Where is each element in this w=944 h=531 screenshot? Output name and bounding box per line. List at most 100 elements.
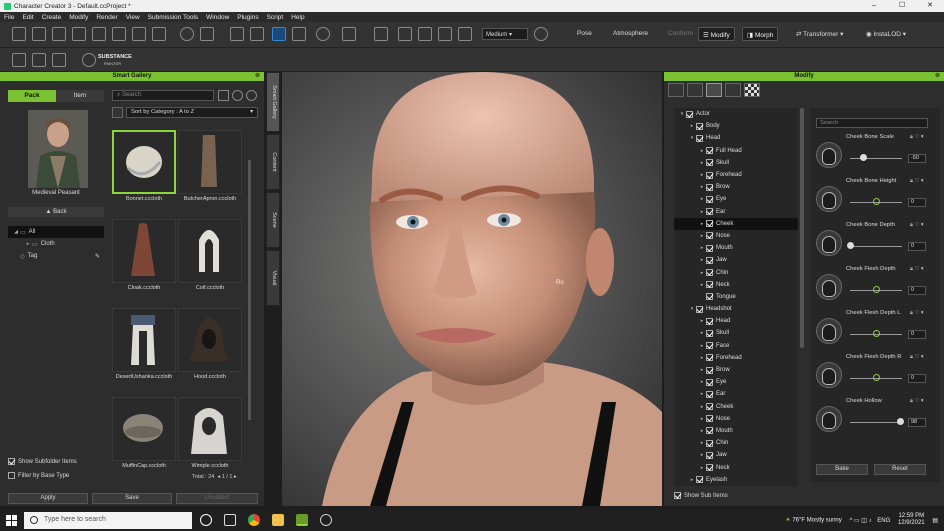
gallery-item-coif[interactable]: Coif.cccloth — [178, 219, 242, 303]
checkbox-icon[interactable] — [706, 415, 713, 423]
slider-thumb[interactable] — [859, 154, 867, 161]
expand-icon[interactable]: ▸ — [24, 241, 32, 247]
checkbox-icon[interactable] — [706, 220, 713, 228]
expand-icon[interactable]: ▸ — [698, 160, 706, 166]
expand-icon[interactable]: ▸ — [698, 221, 706, 227]
refresh-icon[interactable] — [232, 90, 243, 101]
morph-tree-item[interactable]: ▸ Chin — [674, 437, 798, 449]
lock-heart-icons[interactable]: 🔒︎ ♡ ▾ — [910, 178, 924, 185]
home-icon[interactable] — [374, 27, 388, 41]
language-indicator[interactable]: ENG — [877, 518, 890, 524]
tray-icons[interactable]: ^ ▭ ◫ ♪ — [849, 518, 871, 524]
gallery-item-bonnet[interactable]: Bonnet.cccloth — [112, 130, 176, 214]
morph-tree-item[interactable]: ▸ Eye — [674, 193, 798, 205]
checkbox-icon[interactable] — [706, 269, 713, 277]
checkbox-icon[interactable] — [706, 232, 713, 240]
morph-tree-item[interactable]: ▸ Forehead — [674, 169, 798, 181]
side-tab-content[interactable]: Content — [266, 134, 280, 190]
menu-file[interactable]: File — [4, 14, 14, 21]
slider-thumb[interactable] — [872, 286, 880, 293]
quality-select[interactable]: Medium ▾ — [482, 28, 528, 40]
morph-tree-item[interactable]: ▸ Neck — [674, 279, 798, 291]
gallery-item-hood[interactable]: Hood.cccloth — [178, 308, 242, 392]
menu-help[interactable]: Help — [291, 14, 304, 21]
slider-thumb[interactable] — [872, 374, 880, 381]
morph-tree-item[interactable]: ▸ Nose — [674, 413, 798, 425]
checkbox-icon[interactable] — [706, 293, 713, 301]
menu-script[interactable]: Script — [267, 14, 284, 21]
expand-icon[interactable]: ▸ — [688, 477, 696, 483]
frame-icon[interactable] — [418, 27, 432, 41]
morph-tree-item[interactable]: ▸ Eye — [674, 376, 798, 388]
morph-button[interactable]: ◨ Morph — [742, 27, 779, 41]
morph-tree-item[interactable]: ▸ Forehead — [674, 352, 798, 364]
minimize-button[interactable]: – — [860, 0, 888, 12]
gallery-item-desert-ushanka[interactable]: DesertUshanka.cccloth — [112, 308, 176, 392]
checkbox-icon[interactable] — [706, 342, 713, 350]
apply-button[interactable]: Apply — [8, 493, 88, 504]
morph-tree-item[interactable]: ▸ Jaw — [674, 254, 798, 266]
slider-track[interactable] — [850, 246, 902, 247]
menu-plugins[interactable]: Plugins — [237, 14, 258, 21]
expand-icon[interactable]: ▸ — [698, 404, 706, 410]
character-creator-taskbar-icon[interactable] — [296, 514, 308, 526]
light-icon[interactable] — [534, 27, 548, 41]
gallery-item-muffin-cap[interactable]: MuffinCap.cccloth — [112, 397, 176, 481]
morph-tree-item[interactable]: ▸ Eyelash — [674, 474, 798, 486]
checkbox-icon[interactable] — [696, 476, 703, 484]
morph-tree-item[interactable]: ▸ Mouth — [674, 242, 798, 254]
modify-button[interactable]: ☰ Modify — [698, 27, 735, 41]
expand-icon[interactable]: ▸ — [698, 367, 706, 373]
morph-tree-item[interactable]: ▸ Mouth — [674, 425, 798, 437]
checkbox-icon[interactable] — [706, 390, 713, 398]
windows-start-icon[interactable] — [6, 515, 17, 526]
rotate-icon[interactable] — [316, 27, 330, 41]
options-icon[interactable] — [246, 90, 257, 101]
atmosphere-icon[interactable] — [600, 27, 614, 41]
tree-item-tag[interactable]: ◇ Tag ✎ — [8, 250, 104, 262]
new-file-icon[interactable] — [12, 27, 26, 41]
slider-thumb[interactable] — [872, 330, 880, 337]
checker-icon[interactable] — [744, 83, 760, 97]
expand-icon[interactable]: ▸ — [698, 416, 706, 422]
weather-text[interactable]: 76°F Mostly sunny — [792, 518, 841, 524]
brush-icon[interactable] — [12, 53, 26, 67]
sort-select[interactable]: Sort by Category : A to Z ▾ — [126, 107, 258, 118]
open-file-icon[interactable] — [32, 27, 46, 41]
taskbar-search-input[interactable]: Type here to search — [24, 512, 192, 529]
slider-value-input[interactable]: 0 — [908, 330, 926, 339]
slider-value-input[interactable]: 0 — [908, 286, 926, 295]
expand-icon[interactable]: ▸ — [698, 257, 706, 263]
slider-value-input[interactable]: 0 — [908, 374, 926, 383]
expand-icon[interactable]: ▸ — [698, 172, 706, 178]
expand-icon[interactable]: ▸ — [698, 379, 706, 385]
morph-tree-item[interactable]: ▾ Headshot — [674, 303, 798, 315]
menu-submission-tools[interactable]: Submission Tools — [148, 14, 198, 21]
checkbox-icon[interactable] — [706, 281, 713, 289]
expand-icon[interactable]: ▸ — [698, 343, 706, 349]
file-explorer-icon[interactable] — [272, 514, 284, 526]
export-icon[interactable] — [92, 27, 106, 41]
expand-icon[interactable]: ▸ — [698, 440, 706, 446]
checkbox-icon[interactable] — [706, 244, 713, 252]
expand-icon[interactable]: ▸ — [698, 184, 706, 190]
checkbox-icon[interactable] — [706, 464, 713, 472]
expand-icon[interactable]: ▸ — [698, 245, 706, 251]
morph-tree-item[interactable]: ▸ Brow — [674, 364, 798, 376]
pack-thumbnail[interactable] — [28, 110, 88, 188]
collapse-icon[interactable]: ▾ — [688, 135, 696, 141]
checkbox-icon[interactable] — [706, 366, 713, 374]
expand-icon[interactable]: ▸ — [698, 270, 706, 276]
show-subfolder-checkbox[interactable]: Show Subfolder Items — [8, 458, 77, 465]
reset-button[interactable]: Reset — [874, 464, 926, 475]
pick-icon[interactable] — [200, 27, 214, 41]
pose-label[interactable]: Pose — [577, 30, 592, 37]
redo-icon[interactable] — [250, 27, 264, 41]
lock-heart-icons[interactable]: 🔒︎ ♡ ▾ — [910, 398, 924, 405]
layout-icon[interactable] — [458, 27, 472, 41]
slider-track[interactable] — [850, 158, 902, 159]
transformer-button[interactable]: ⇄ Transformer ▾ — [796, 30, 843, 38]
morph-tree-item[interactable]: ▸ Cheek — [674, 217, 798, 230]
save-button[interactable]: Save — [92, 493, 172, 504]
slider-value-input[interactable]: 0 — [908, 242, 926, 251]
